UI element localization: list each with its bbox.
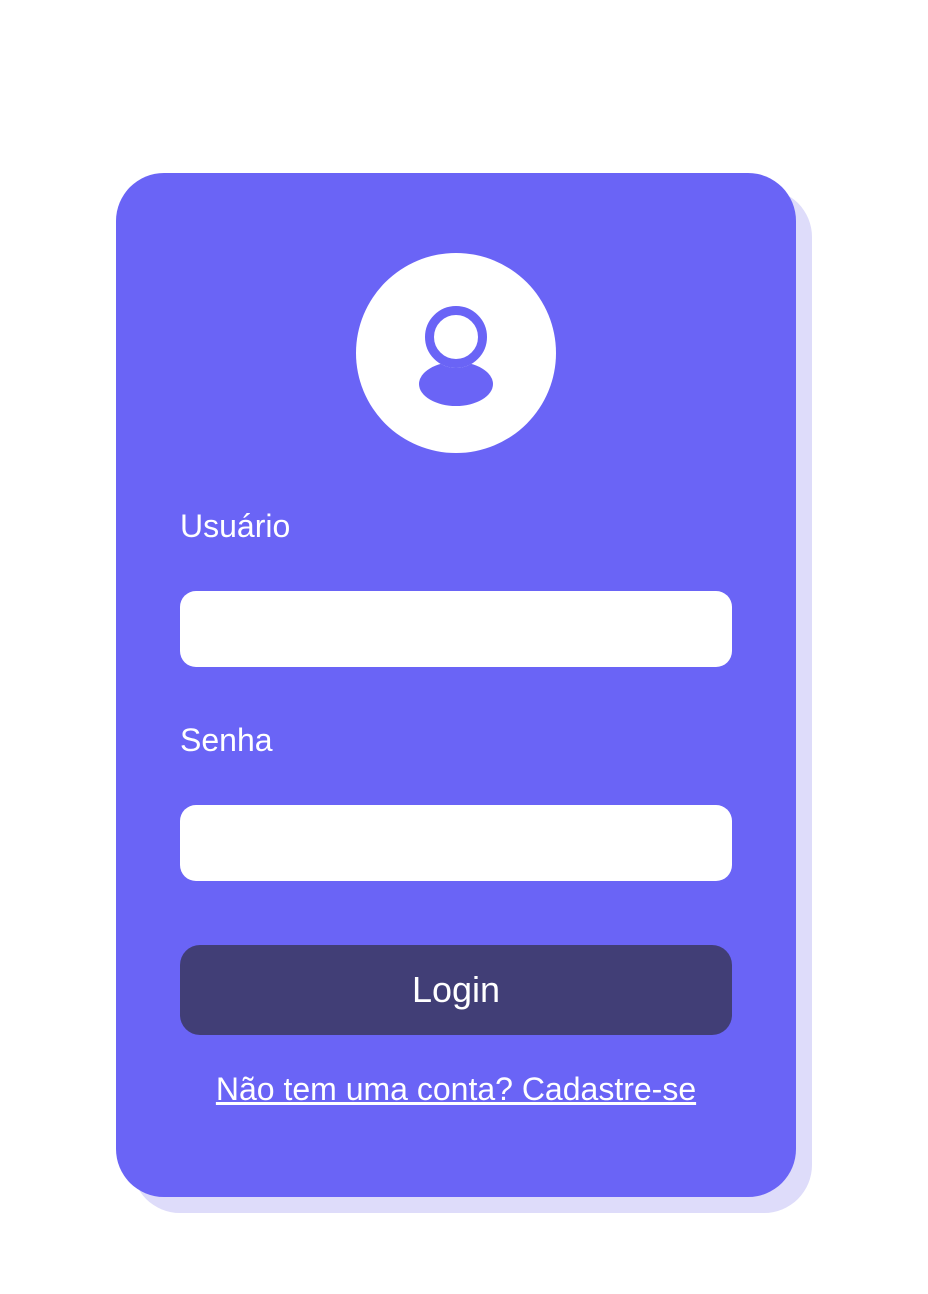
password-label: Senha	[180, 722, 273, 758]
username-label: Usuário	[180, 508, 291, 544]
login-button[interactable]: Login	[180, 945, 732, 1035]
user-icon	[419, 306, 493, 406]
username-input[interactable]	[180, 591, 732, 667]
signup-link[interactable]: Não tem uma conta? Cadastre-se	[116, 1073, 796, 1105]
password-input[interactable]	[180, 805, 732, 881]
avatar	[356, 253, 556, 453]
login-card: Usuário Senha Login Não tem uma conta? C…	[116, 173, 796, 1197]
